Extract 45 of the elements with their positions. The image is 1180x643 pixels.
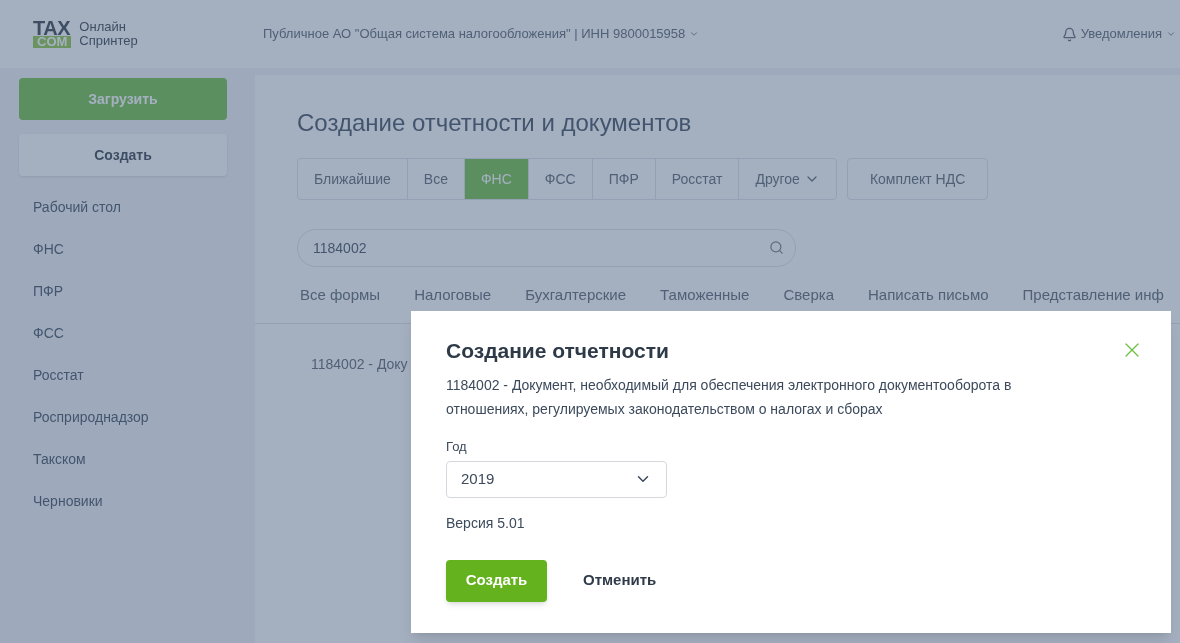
page-title: Создание отчетности и документов (296, 108, 693, 138)
bell-icon (1061, 26, 1077, 42)
create-button[interactable]: Создать (19, 134, 227, 176)
year-select[interactable]: 2019 (446, 460, 667, 498)
notifications-button[interactable]: Уведомления (1061, 24, 1176, 44)
form-tab[interactable]: Налоговые (414, 284, 492, 306)
agency-tab[interactable]: Ближайшие (298, 159, 407, 199)
logo-mark: COM (33, 36, 72, 48)
agency-tab[interactable]: ФСС (527, 159, 592, 199)
vat-set-tab[interactable]: Комплект НДС (846, 158, 989, 200)
agency-tab[interactable]: Все (406, 159, 464, 199)
cancel-button[interactable]: Отменить (583, 569, 657, 592)
year-label: Год (446, 438, 468, 456)
dialog-title: Создание отчетности (446, 338, 669, 364)
dialog-description: 1184002 - Документ, необходимый для обеспечения электронного документооборота в отношениях, регулируемых законодательством о налогах и сборах (446, 376, 1013, 419)
sidebar-item[interactable]: Такском (33, 448, 236, 470)
form-tab[interactable]: Написать письмо (868, 284, 989, 306)
sidebar-item[interactable]: Рабочий стол (33, 196, 236, 218)
logo-name: Онлайн (79, 20, 127, 34)
logo-mark: TAX (33, 20, 71, 36)
form-tab[interactable]: Представление инф (1022, 284, 1164, 306)
create-button[interactable]: Создать (446, 559, 547, 602)
sidebar-item[interactable]: Черновики (33, 490, 236, 512)
form-tab[interactable]: Бухгалтерские (525, 284, 627, 306)
sidebar-item[interactable]: ПФР (33, 280, 236, 302)
sidebar-item[interactable]: Росприроднадзор (33, 406, 236, 428)
version-text: Версия 5.01 (446, 513, 526, 533)
caret-icon (1166, 29, 1176, 39)
form-tab[interactable]: Все формы (300, 284, 381, 306)
result-row[interactable]: 1184002 - Доку (311, 356, 408, 372)
agency-tab[interactable]: ПФР (591, 159, 655, 199)
caret-icon (689, 29, 700, 39)
organization-dropdown[interactable]: Публичное АО "Общая система налогообложения" | ИНН 9800015958 (263, 24, 700, 44)
sidebar-item[interactable]: ФСС (33, 322, 236, 344)
search-field[interactable]: 1184002 (297, 229, 796, 267)
sidebar-item[interactable]: ФНС (33, 238, 236, 260)
form-tab[interactable]: Таможенные (660, 284, 750, 306)
form-tab[interactable]: Сверка (783, 284, 835, 306)
upload-button[interactable]: Загрузить (19, 78, 227, 120)
logo-name: Спринтер (79, 34, 138, 48)
agency-tab[interactable]: Росстат (654, 159, 739, 199)
sidebar-item[interactable]: Росстат (33, 364, 236, 386)
search-icon (769, 240, 784, 255)
agency-tab[interactable]: Другое (738, 159, 836, 199)
agency-tab[interactable]: ФНС (463, 159, 528, 199)
